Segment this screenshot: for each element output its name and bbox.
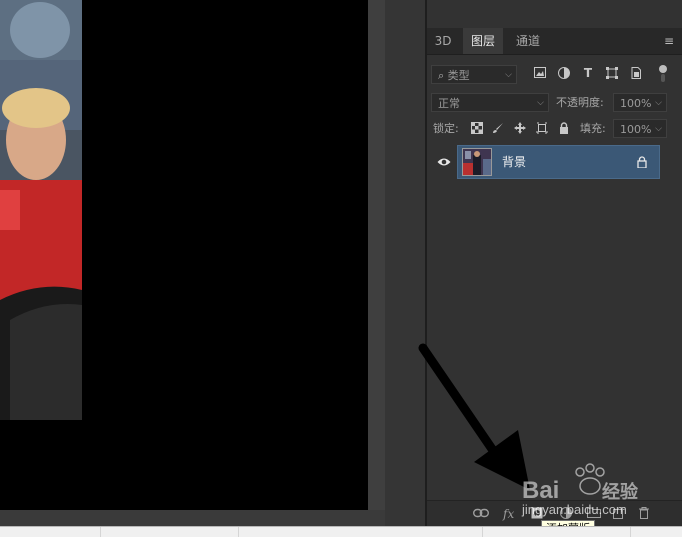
adjustment-filter-icon[interactable] xyxy=(557,67,571,81)
blend-mode-value: 正常 xyxy=(438,97,460,110)
canvas-horizontal-scrollbar[interactable] xyxy=(0,510,385,526)
status-bar xyxy=(0,526,682,537)
layers-panel: 3D 图层 通道 ≡ ⌕ 类型 ⌵ T 正常 ⌵ 不透明度: 100% ⌵ 锁定… xyxy=(427,0,682,527)
filter-toggle-icon[interactable] xyxy=(656,64,670,82)
photo-image xyxy=(0,0,82,420)
link-layers-icon[interactable] xyxy=(472,507,490,521)
panel-menu-icon[interactable]: ≡ xyxy=(664,28,674,54)
adjustment-layer-icon[interactable] xyxy=(560,507,572,521)
lock-transparent-pixels-icon[interactable] xyxy=(470,122,484,136)
lock-image-pixels-icon[interactable] xyxy=(491,122,505,136)
chevron-down-icon: ⌵ xyxy=(655,98,662,108)
lock-all-icon[interactable] xyxy=(557,122,571,136)
document-canvas[interactable] xyxy=(0,0,368,510)
layer-filter-kind-select[interactable]: ⌕ 类型 ⌵ xyxy=(431,65,517,84)
chevron-down-icon: ⌵ xyxy=(505,70,512,80)
eye-icon[interactable] xyxy=(437,156,451,168)
layer-name: 背景 xyxy=(502,155,527,169)
lock-artboard-icon[interactable] xyxy=(535,122,549,136)
search-icon: ⌕ xyxy=(438,69,445,82)
opacity-label: 不透明度: xyxy=(556,96,604,109)
new-layer-icon[interactable] xyxy=(613,507,625,521)
tab-3d[interactable]: 3D xyxy=(427,28,459,54)
panel-dock-gutter xyxy=(385,0,425,526)
tab-channels[interactable]: 通道 xyxy=(507,28,549,54)
fill-value: 100% xyxy=(620,123,652,136)
tab-layers[interactable]: 图层 xyxy=(463,28,503,54)
lock-label: 锁定: xyxy=(433,122,459,135)
chevron-down-icon: ⌵ xyxy=(655,124,662,134)
fill-label: 填充: xyxy=(580,122,606,135)
type-filter-icon[interactable]: T xyxy=(581,66,595,80)
blend-mode-select[interactable]: 正常 ⌵ xyxy=(431,93,549,112)
layer-thumbnail xyxy=(462,148,492,176)
chevron-down-icon: ⌵ xyxy=(537,98,544,108)
add-mask-icon[interactable] xyxy=(531,507,543,521)
shape-filter-icon[interactable] xyxy=(605,67,619,81)
opacity-value: 100% xyxy=(620,97,652,110)
opacity-input[interactable]: 100% ⌵ xyxy=(613,93,667,112)
lock-position-icon[interactable] xyxy=(513,122,527,136)
smart-object-filter-icon[interactable] xyxy=(629,67,643,81)
lock-icon[interactable] xyxy=(637,156,647,169)
fx-icon[interactable]: fx xyxy=(503,507,514,521)
new-group-icon[interactable] xyxy=(587,507,601,521)
fill-input[interactable]: 100% ⌵ xyxy=(613,119,667,138)
delete-layer-icon[interactable] xyxy=(639,507,649,521)
filter-kind-label: 类型 xyxy=(447,69,470,82)
canvas-vertical-scrollbar[interactable] xyxy=(368,0,385,510)
image-filter-icon[interactable] xyxy=(533,67,547,81)
panel-tab-bar: 3D 图层 通道 ≡ xyxy=(427,28,682,55)
layer-row-background[interactable]: 背景 xyxy=(457,145,660,179)
